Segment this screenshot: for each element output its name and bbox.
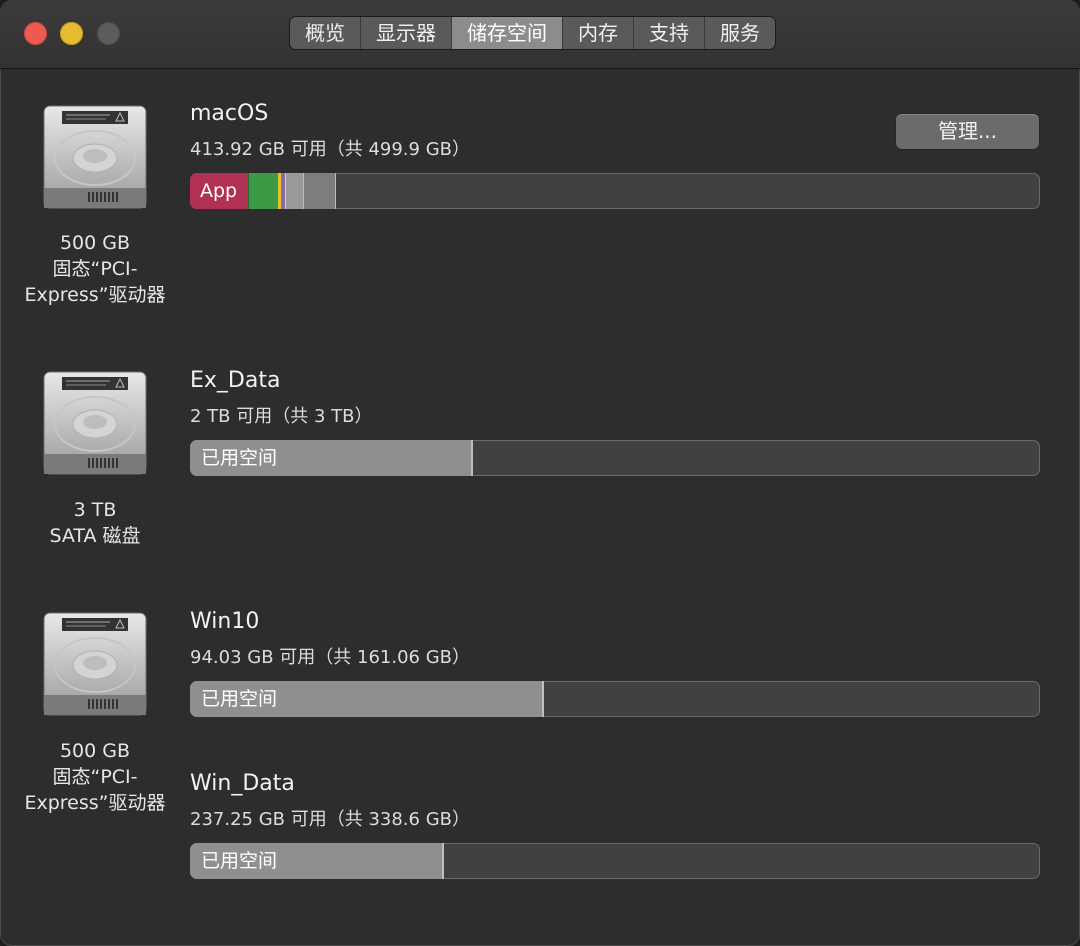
- used-space-segment[interactable]: 已用空间: [190, 440, 474, 476]
- volume-name: Win_Data: [190, 771, 295, 796]
- title-bar: 概览 显示器 储存空间 内存 支持 服务: [0, 0, 1080, 69]
- used-space-segment[interactable]: 已用空间: [190, 681, 544, 717]
- drive-type-line1: 固态“PCI-: [52, 766, 138, 788]
- used-space-label: 已用空间: [201, 850, 278, 872]
- tab-overview[interactable]: 概览: [290, 17, 361, 49]
- bar-segment[interactable]: [303, 173, 336, 209]
- tab-service[interactable]: 服务: [705, 17, 775, 49]
- bar-segment[interactable]: [285, 173, 303, 209]
- tab-bar: 概览 显示器 储存空间 内存 支持 服务: [290, 17, 775, 49]
- manage-button[interactable]: 管理...: [896, 114, 1039, 149]
- zoom-button[interactable]: [97, 22, 120, 45]
- used-space-label: 已用空间: [201, 447, 278, 469]
- storage-bar[interactable]: 已用空间: [190, 440, 1040, 476]
- drive-size: 500 GB: [59, 740, 131, 762]
- volume-available: 413.92 GB 可用（共 499.9 GB）: [190, 139, 470, 160]
- drive-size: 3 TB: [73, 499, 117, 521]
- volume-name: Win10: [190, 609, 260, 634]
- hard-drive-icon: [43, 612, 147, 716]
- drive-type: SATA 磁盘: [49, 525, 141, 547]
- drive-caption: 500 GB 固态“PCI- Express”驱动器: [10, 230, 180, 308]
- volume-name: Ex_Data: [190, 368, 281, 393]
- bar-segment[interactable]: [248, 173, 278, 209]
- storage-bar[interactable]: 已用空间: [190, 843, 1040, 879]
- storage-window: 概览 显示器 储存空间 内存 支持 服务 500 GB 固态“PCI- Expr…: [0, 0, 1080, 946]
- used-space-segment[interactable]: 已用空间: [190, 843, 445, 879]
- drive-type-line2: Express”驱动器: [24, 792, 166, 814]
- volume-name: macOS: [190, 101, 269, 126]
- bar-segment-app[interactable]: App: [190, 173, 248, 209]
- close-button[interactable]: [24, 22, 47, 45]
- used-space-label: 已用空间: [201, 688, 278, 710]
- tab-displays[interactable]: 显示器: [361, 17, 452, 49]
- bar-segment-app-label: App: [200, 180, 238, 202]
- volume-available: 2 TB 可用（共 3 TB）: [190, 406, 373, 427]
- drive-type-line2: Express”驱动器: [24, 284, 166, 306]
- tab-storage[interactable]: 储存空间: [452, 17, 563, 49]
- hard-drive-icon: [43, 105, 147, 209]
- storage-bar[interactable]: App: [190, 173, 1040, 209]
- volume-available: 237.25 GB 可用（共 338.6 GB）: [190, 809, 470, 830]
- drive-size: 500 GB: [59, 232, 131, 254]
- tab-memory[interactable]: 内存: [563, 17, 634, 49]
- tab-support[interactable]: 支持: [634, 17, 705, 49]
- drive-caption: 3 TB SATA 磁盘: [10, 497, 180, 549]
- volume-available: 94.03 GB 可用（共 161.06 GB）: [190, 647, 470, 668]
- hard-drive-icon: [43, 371, 147, 475]
- drive-caption: 500 GB 固态“PCI- Express”驱动器: [10, 738, 180, 816]
- minimize-button[interactable]: [60, 22, 83, 45]
- storage-bar[interactable]: 已用空间: [190, 681, 1040, 717]
- drive-type-line1: 固态“PCI-: [52, 258, 138, 280]
